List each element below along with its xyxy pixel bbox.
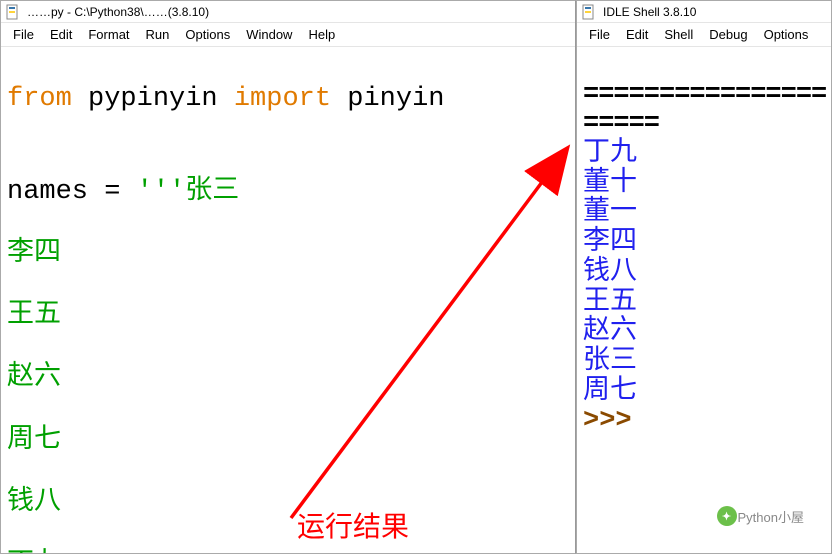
shell-output-line: 张三 xyxy=(583,347,637,377)
code-line: 周七 xyxy=(7,426,569,457)
editor-code-area[interactable]: from pypinyin import pinyin names = '''张… xyxy=(1,47,575,553)
shell-output-line: 钱八 xyxy=(583,258,637,288)
shell-output-line: 董一 xyxy=(583,198,637,228)
shell-output-line: 王五 xyxy=(583,288,637,318)
watermark-text: Python小屋 xyxy=(738,507,804,526)
shell-menu-edit[interactable]: Edit xyxy=(620,25,654,44)
annotation-label: 运行结果 xyxy=(297,505,409,545)
shell-output-line: 董十 xyxy=(583,169,637,199)
shell-menu-shell[interactable]: Shell xyxy=(658,25,699,44)
code-line: 王五 xyxy=(7,301,569,332)
code-token: import xyxy=(234,84,331,114)
code-line: 赵六 xyxy=(7,363,569,394)
menu-file[interactable]: File xyxy=(7,25,40,44)
shell-titlebar: IDLE Shell 3.8.10 xyxy=(577,1,831,23)
python-file-icon xyxy=(581,4,597,20)
shell-menu-options[interactable]: Options xyxy=(758,25,815,44)
code-token: '''张三 xyxy=(137,177,240,207)
python-file-icon xyxy=(5,4,21,20)
shell-output-line: 丁九 xyxy=(583,139,637,169)
shell-banner: ================ xyxy=(583,80,826,110)
code-token: names = xyxy=(7,177,137,207)
editor-menubar: File Edit Format Run Options Window Help xyxy=(1,23,575,47)
shell-banner: ===== xyxy=(583,109,659,139)
menu-run[interactable]: Run xyxy=(140,25,176,44)
shell-menubar: File Edit Shell Debug Options xyxy=(577,23,831,47)
shell-output-area[interactable]: ================ ===== 丁九 董十 董一 李四 钱八 王五… xyxy=(577,47,831,553)
editor-titlebar: ……py - C:\Python38\……(3.8.10) xyxy=(1,1,575,23)
code-token: from xyxy=(7,84,72,114)
code-token: pypinyin xyxy=(72,84,234,114)
shell-window: IDLE Shell 3.8.10 File Edit Shell Debug … xyxy=(576,0,832,554)
shell-output-line: 周七 xyxy=(583,377,637,407)
menu-help[interactable]: Help xyxy=(302,25,341,44)
menu-format[interactable]: Format xyxy=(82,25,135,44)
menu-options[interactable]: Options xyxy=(179,25,236,44)
shell-title-text: IDLE Shell 3.8.10 xyxy=(603,5,696,19)
menu-window[interactable]: Window xyxy=(240,25,298,44)
code-line: 李四 xyxy=(7,239,569,270)
code-line: 钱八 xyxy=(7,488,569,519)
shell-menu-file[interactable]: File xyxy=(583,25,616,44)
editor-window: ……py - C:\Python38\……(3.8.10) File Edit … xyxy=(0,0,576,554)
editor-title-text: ……py - C:\Python38\……(3.8.10) xyxy=(27,5,209,19)
shell-menu-debug[interactable]: Debug xyxy=(703,25,753,44)
shell-prompt: >>> xyxy=(583,406,648,436)
code-token: pinyin xyxy=(331,84,444,114)
code-line: 丁九 xyxy=(7,550,569,553)
watermark: ✦ Python小屋 xyxy=(714,504,807,528)
wechat-icon: ✦ xyxy=(717,506,737,526)
shell-output-line: 李四 xyxy=(583,228,637,258)
shell-output-line: 赵六 xyxy=(583,317,637,347)
menu-edit[interactable]: Edit xyxy=(44,25,78,44)
